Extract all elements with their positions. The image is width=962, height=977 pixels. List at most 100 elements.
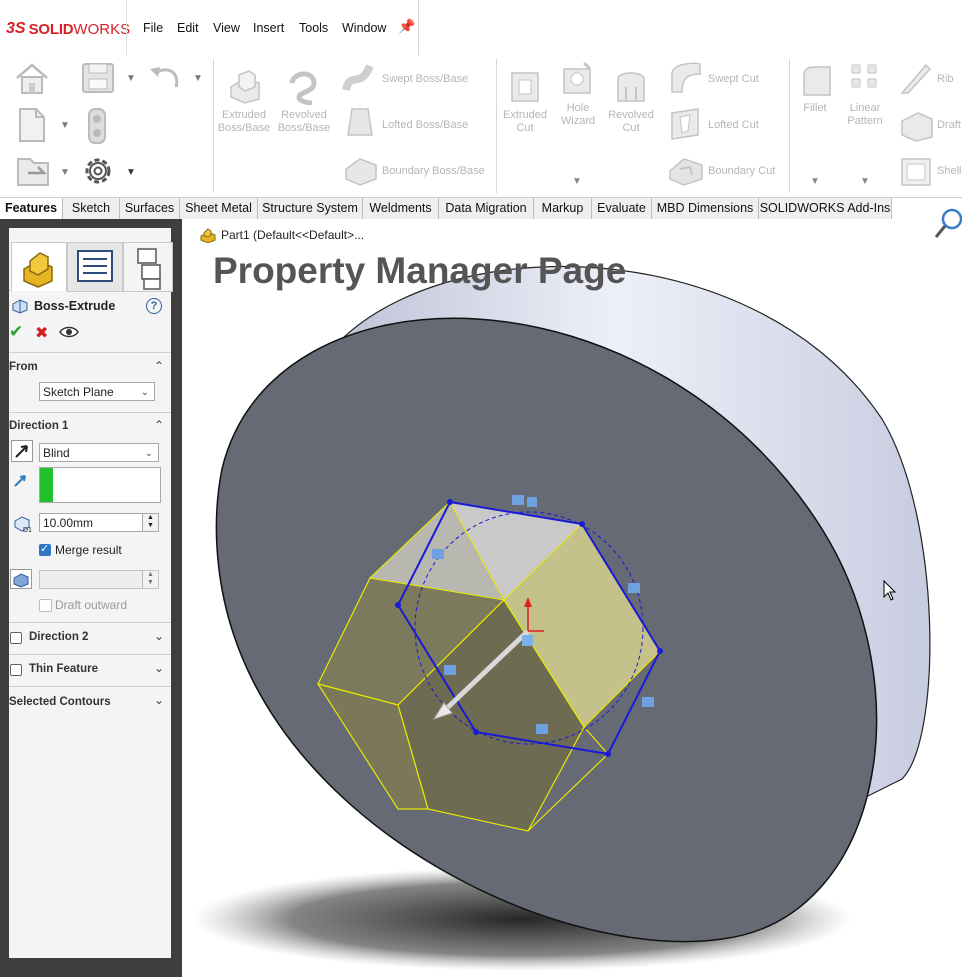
new-dropdown-icon[interactable]: ▼ [60,120,70,131]
depth-spinner[interactable]: ▲ ▼ [142,514,158,531]
from-section-header[interactable]: From [9,361,38,373]
graphics-area[interactable] [182,208,962,977]
preview-eye-icon[interactable] [59,325,79,339]
fillet-dropdown-icon[interactable]: ▼ [810,176,820,187]
shell-label[interactable]: Shell [937,165,961,178]
extruded-cut-icon[interactable] [508,69,542,105]
boundary-boss-label[interactable]: Boundary Boss/Base [382,165,485,178]
tab-features[interactable]: Features [0,198,63,221]
reverse-direction-icon [15,445,28,458]
menu-view[interactable]: View [213,21,240,35]
tab-weldments[interactable]: Weldments [363,198,439,219]
menu-insert[interactable]: Insert [253,21,284,35]
shell-icon[interactable] [898,153,934,189]
feature-tree-part[interactable]: Part1 (Default<<Default>... [199,227,364,243]
tab-surfaces[interactable]: Surfaces [120,198,180,219]
tab-sketch[interactable]: Sketch [63,198,120,219]
new-document-icon[interactable] [16,107,48,143]
draft-icon[interactable] [898,107,936,143]
draft-angle-input: ▲ ▼ [39,570,159,589]
menu-edit[interactable]: Edit [177,21,199,35]
swept-cut-icon[interactable] [668,60,704,96]
model-viewport[interactable] [182,219,962,977]
tab-data-migration[interactable]: Data Migration [439,198,534,219]
zoom-icon[interactable] [932,207,962,243]
hole-wizard-icon[interactable] [560,61,596,97]
lofted-cut-icon[interactable] [668,105,704,141]
direction2-expand-icon[interactable]: ⌄ [154,629,164,643]
solidworks-logo[interactable]: 3S SOLID WORKS [6,18,130,40]
selected-contours-expand-icon[interactable]: ⌄ [154,693,164,707]
rib-label[interactable]: Rib [937,73,954,86]
pattern-dropdown-icon[interactable]: ▼ [860,176,870,187]
thin-feature-expand-icon[interactable]: ⌄ [154,661,164,675]
home-icon[interactable] [14,61,50,95]
direction-vector-icon [14,475,26,487]
revolved-cut-icon[interactable] [614,69,648,105]
undo-dropdown-icon[interactable]: ▼ [193,73,203,84]
revolved-boss-icon[interactable] [284,69,322,105]
logo-text-works: WORKS [73,20,131,38]
save-dropdown-icon[interactable]: ▼ [126,73,136,84]
reverse-direction-button[interactable] [11,440,33,462]
tab-mbd-dimensions[interactable]: MBD Dimensions [652,198,759,219]
traffic-light-icon[interactable] [86,107,108,145]
options-dropdown-icon[interactable]: ▼ [126,167,136,178]
lofted-boss-icon[interactable] [342,105,378,141]
direction1-section-header[interactable]: Direction 1 [9,420,68,432]
revolved-boss-label: Revolved Boss/Base [277,109,331,134]
open-document-icon[interactable] [14,153,54,189]
menu-file[interactable]: File [143,21,163,35]
ok-check-icon[interactable]: ✔ [9,322,23,342]
tab-markup[interactable]: Markup [534,198,592,219]
direction2-section-header[interactable]: Direction 2 [29,631,88,643]
linear-pattern-label: Linear Pattern [847,102,883,127]
pin-icon[interactable]: 📌 [398,18,415,35]
lofted-boss-label[interactable]: Lofted Boss/Base [382,119,468,132]
checkmark-icon: ✓ [40,543,50,555]
tab-structure-system[interactable]: Structure System [258,198,363,219]
fillet-icon[interactable] [800,63,834,99]
lofted-cut-label[interactable]: Lofted Cut [708,119,759,132]
boundary-cut-label[interactable]: Boundary Cut [708,165,775,178]
undo-icon[interactable] [146,61,184,95]
feature-manager-icon [23,252,53,288]
from-collapse-icon[interactable]: ⌃ [154,359,164,373]
tab-feature-manager[interactable] [11,242,67,291]
selected-contours-section-header[interactable]: Selected Contours [9,696,111,708]
gear-icon[interactable] [80,153,116,189]
draft-toggle-icon[interactable] [10,569,32,589]
save-icon[interactable] [80,61,116,95]
from-select[interactable]: Sketch Plane ⌄ [39,382,155,401]
rib-icon[interactable] [898,61,932,97]
end-condition-select[interactable]: Blind ⌄ [39,443,159,462]
tab-sheet-metal[interactable]: Sheet Metal [180,198,258,219]
menu-tools[interactable]: Tools [299,21,328,35]
depth-input[interactable]: 10.00mm ▲ ▼ [39,513,159,532]
depth-value: 10.00mm [43,516,94,530]
tab-configuration-manager[interactable] [123,242,173,292]
tab-property-manager[interactable] [67,242,123,292]
open-dropdown-icon[interactable]: ▼ [60,167,70,178]
tab-solidworks-add-ins[interactable]: SOLIDWORKS Add-Ins [759,198,892,219]
direction-selection-box[interactable] [39,467,161,503]
boundary-boss-icon[interactable] [342,151,380,187]
hole-wizard-dropdown-icon[interactable]: ▼ [572,176,582,187]
merge-result-checkbox[interactable]: ✓ [39,543,51,556]
swept-cut-label[interactable]: Swept Cut [708,73,759,86]
swept-boss-icon[interactable] [340,60,378,96]
direction1-collapse-icon[interactable]: ⌃ [154,418,164,432]
divider [418,0,419,55]
thin-feature-section-header[interactable]: Thin Feature [29,663,98,675]
boundary-cut-icon[interactable] [668,151,704,187]
linear-pattern-icon[interactable] [848,63,882,99]
draft-label[interactable]: Draft [937,119,961,132]
tab-evaluate[interactable]: Evaluate [592,198,652,219]
cancel-x-icon[interactable]: ✖ [35,323,48,343]
extruded-boss-icon[interactable] [225,69,263,105]
menu-window[interactable]: Window [342,21,386,35]
thin-feature-checkbox[interactable] [10,664,22,676]
swept-boss-label[interactable]: Swept Boss/Base [382,73,468,86]
help-button[interactable]: ? [146,298,162,314]
direction2-checkbox[interactable] [10,632,22,644]
